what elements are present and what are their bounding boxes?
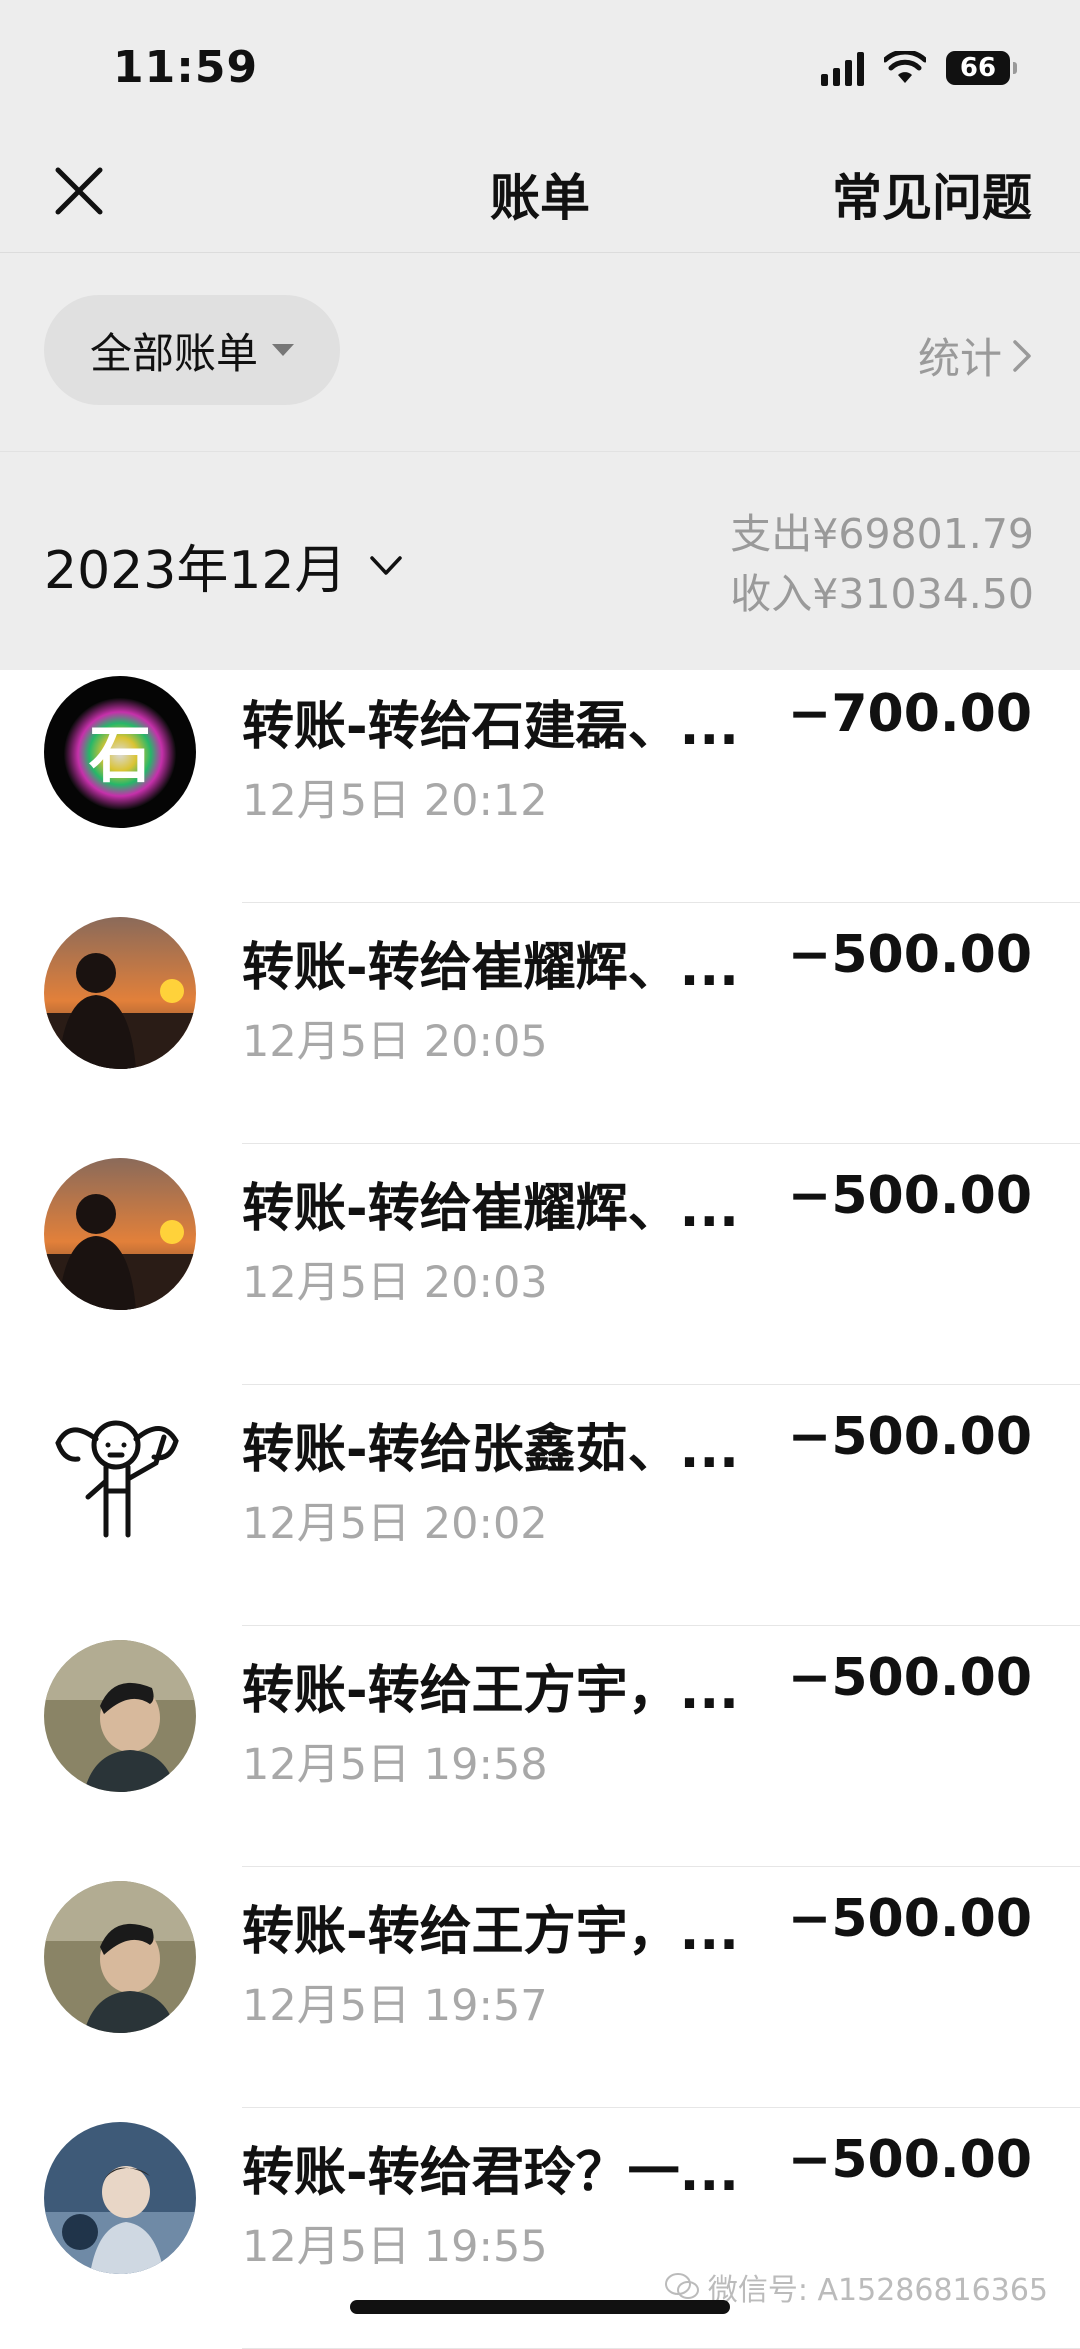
- income-total: 收入¥31034.50: [730, 570, 1034, 618]
- home-indicator[interactable]: [350, 2300, 730, 2314]
- filter-label: 全部账单: [89, 328, 258, 378]
- transaction-time: 12月5日 20:02: [242, 1499, 548, 1549]
- month-selector[interactable]: 2023年12月: [44, 528, 403, 603]
- transaction-title: 转账-转给崔耀辉、...: [242, 1179, 739, 1239]
- avatar: [44, 917, 196, 1069]
- transaction-time: 12月5日 19:57: [242, 1981, 548, 2031]
- nav-bar: 账单 常见问题: [0, 130, 1080, 253]
- avatar: [44, 2122, 196, 2274]
- status-bar: 11:59 66: [0, 0, 1080, 130]
- transaction-row[interactable]: 转账-转给崔耀辉、... −500.00 12月5日 20:03: [0, 1144, 1080, 1385]
- transaction-row[interactable]: 转账-转给王方宇，... −500.00 12月5日 19:58: [0, 1626, 1080, 1867]
- transaction-time: 12月5日 20:12: [242, 776, 548, 826]
- transaction-time: 12月5日 19:58: [242, 1740, 548, 1790]
- transaction-time: 12月5日 20:05: [242, 1017, 548, 1067]
- avatar: [44, 1399, 196, 1551]
- transaction-amount: −700.00: [787, 684, 1032, 744]
- wifi-icon: [884, 51, 926, 83]
- month-summary: 支出¥69801.79 收入¥31034.50: [730, 504, 1034, 624]
- battery-level: 66: [959, 53, 997, 83]
- faq-link[interactable]: 常见问题: [832, 158, 1032, 230]
- chevron-down-icon: [369, 555, 402, 575]
- avatar: [44, 1881, 196, 2033]
- status-time: 11:59: [113, 42, 259, 93]
- transaction-row[interactable]: 转账-转给崔耀辉、... −500.00 12月5日 20:05: [0, 903, 1080, 1144]
- caret-down-icon: [272, 344, 294, 356]
- avatar: [44, 1640, 196, 1792]
- chevron-right-icon: [1013, 339, 1031, 372]
- transaction-amount: −500.00: [787, 1166, 1032, 1226]
- transaction-title: 转账-转给王方宇，...: [242, 1661, 739, 1721]
- transaction-title: 转账-转给张鑫茹、...: [242, 1420, 739, 1480]
- transaction-row[interactable]: 转账-转给张鑫茹、... −500.00 12月5日 20:02: [0, 1385, 1080, 1626]
- transaction-amount: −500.00: [787, 1889, 1032, 1949]
- stats-label: 统计: [917, 334, 1002, 383]
- transaction-amount: −500.00: [787, 1407, 1032, 1467]
- month-label: 2023年12月: [44, 541, 347, 601]
- svg-text:石: 石: [89, 718, 151, 791]
- transaction-title: 转账-转给崔耀辉、...: [242, 938, 739, 998]
- transaction-row[interactable]: 石 转账-转给石建磊、... −700.00 12月5日 20:12: [0, 662, 1080, 903]
- transaction-title: 转账-转给王方宇，...: [242, 1902, 739, 1962]
- transaction-time: 12月5日 19:55: [242, 2222, 548, 2272]
- system-icons: 66: [821, 50, 1017, 86]
- battery-icon: 66: [946, 51, 1017, 85]
- expense-total: 支出¥69801.79: [730, 510, 1034, 558]
- avatar: 石: [44, 676, 196, 828]
- transaction-title: 转账-转给石建磊、...: [242, 697, 739, 757]
- transaction-time: 12月5日 20:03: [242, 1258, 548, 1308]
- bill-filter-dropdown[interactable]: 全部账单: [44, 295, 340, 405]
- transaction-row[interactable]: 转账-转给王方宇，... −500.00 12月5日 19:57: [0, 1867, 1080, 2108]
- filter-bar: 全部账单 统计: [0, 253, 1080, 452]
- transaction-list: 石 转账-转给石建磊、... −700.00 12月5日 20:12 转账-转给…: [0, 670, 1080, 2349]
- watermark-text: 微信号: A15286816365: [707, 2273, 1048, 2308]
- stats-link[interactable]: 统计: [918, 325, 1032, 386]
- month-header: 2023年12月 支出¥69801.79 收入¥31034.50: [0, 452, 1080, 670]
- transaction-amount: −500.00: [787, 925, 1032, 985]
- transaction-amount: −500.00: [787, 1648, 1032, 1708]
- transaction-amount: −500.00: [787, 2130, 1032, 2190]
- transaction-title: 转账-转给君玲？一...: [242, 2143, 739, 2203]
- wechat-icon: [664, 2273, 699, 2299]
- avatar: [44, 1158, 196, 1310]
- signal-icon: [821, 50, 864, 86]
